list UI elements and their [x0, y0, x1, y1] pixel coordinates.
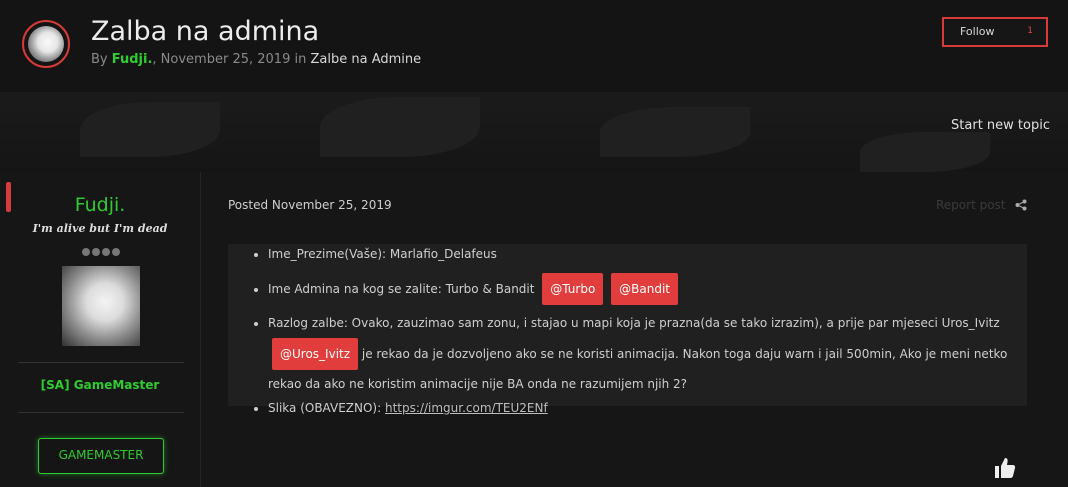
start-new-topic-button[interactable]: Start new topic	[951, 118, 1050, 133]
author-avatar[interactable]	[22, 20, 70, 68]
author-link[interactable]: Fudji.	[112, 52, 153, 67]
author-quote: I'm alive but I'm dead	[32, 222, 168, 235]
gamemaster-badge: GAMEMASTER	[38, 438, 164, 474]
post-date: Posted November 25, 2019	[228, 198, 392, 212]
mention-uros-ivitz[interactable]: @Uros_Ivitz	[272, 338, 359, 370]
report-post-link[interactable]: Report post	[936, 198, 1006, 212]
in-label: in	[294, 52, 307, 67]
list-item: Ime Admina na kog se zalite: Turbo & Ban…	[268, 273, 1027, 305]
topic-title: Zalba na admina	[91, 16, 320, 47]
post-body: Posted November 25, 2019 Report post Ime…	[201, 172, 1068, 487]
mention-turbo[interactable]: @Turbo	[542, 273, 604, 305]
topic-header: Zalba na admina By Fudji., November 25, …	[0, 0, 1068, 90]
rank-dots	[82, 241, 122, 260]
author-group: [SA] GameMaster	[40, 378, 160, 392]
follow-button[interactable]: Follow 1	[942, 17, 1048, 47]
author-name[interactable]: Fudji.	[0, 194, 200, 216]
by-label: By	[91, 52, 108, 67]
mention-bandit[interactable]: @Bandit	[611, 273, 678, 305]
author-photo[interactable]	[62, 266, 140, 346]
thumbs-up-icon[interactable]	[993, 456, 1017, 480]
share-icon[interactable]	[1015, 199, 1027, 214]
topic-date: , November 25, 2019	[152, 52, 291, 67]
image-link[interactable]: https://imgur.com/TEU2ENf	[385, 401, 548, 415]
follow-label: Follow	[960, 25, 995, 38]
list-item: Slika (OBAVEZNO): https://imgur.com/TEU2…	[268, 399, 1027, 418]
panel-divider	[18, 412, 184, 413]
panel-divider	[18, 362, 184, 363]
list-item: Razlog zalbe: Ovako, zauzimao sam zonu, …	[268, 309, 1027, 399]
list-item: Ime_Prezime(Vaše): Marlafio_Delafeus	[268, 245, 1027, 264]
topic-banner: Start new topic	[0, 92, 1068, 172]
forum-link[interactable]: Zalbe na Admine	[310, 52, 421, 67]
badge-label: GAMEMASTER	[58, 448, 144, 462]
author-panel: Fudji. I'm alive but I'm dead [SA] GameM…	[0, 172, 201, 487]
post-content: Ime_Prezime(Vaše): Marlafio_Delafeus Ime…	[228, 244, 1027, 415]
follow-count: 1	[1027, 26, 1033, 36]
topic-byline: By Fudji., November 25, 2019 in Zalbe na…	[91, 52, 421, 67]
